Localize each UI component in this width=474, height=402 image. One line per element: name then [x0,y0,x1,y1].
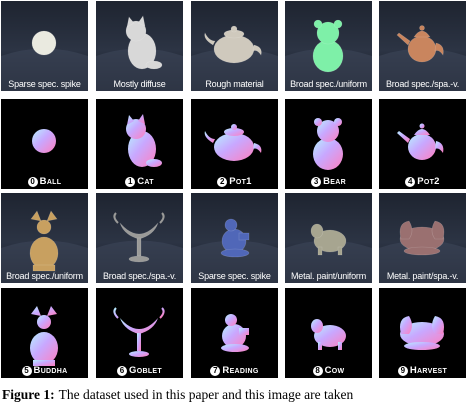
material-label: Rough material [205,79,264,89]
object-label: 3 Bear [285,176,372,187]
object-name: Pot1 [229,176,252,187]
object-number-badge: 5 [21,366,32,376]
material-label: Metal. paint/uniform [290,271,367,281]
photo-tile: Broad spec./uniform [1,193,88,283]
photo-tile: Sparse spec. spike [191,193,278,283]
object-name: Goblet [129,365,162,376]
object-label: 7 Reading [191,365,278,376]
object-number-badge: 1 [125,177,136,187]
object-name: Buddha [33,365,68,376]
object-name: Ball [39,176,62,187]
object-label: 4 Pot2 [379,176,466,187]
object-number-badge: 8 [312,366,323,376]
material-label: Broad spec./spa.-v. [385,79,460,89]
photo-bear-shape [285,1,372,91]
object-number-badge: 2 [217,177,228,187]
object-label: 2 Pot1 [191,176,278,187]
object-label: 8 Cow [285,365,372,376]
photo-tile: Metal. paint/uniform [285,193,372,283]
photo-pot2-shape [379,1,466,91]
object-label: 0 Ball [1,176,88,187]
normal-map-tile: 9 Harvest [379,288,466,378]
object-number-badge: 9 [397,366,408,376]
object-label: 6 Goblet [96,365,183,376]
photo-tile: Sparse spec. spike [1,1,88,91]
normal-map-tile: 7 Reading [191,288,278,378]
object-number-badge: 4 [405,177,416,187]
object-name: Harvest [409,365,448,376]
object-number-badge: 0 [27,177,38,187]
object-number-badge: 6 [117,366,128,376]
normal-map-tile: 0 Ball [1,99,88,189]
material-label: Metal. paint/spa.-v. [386,271,459,281]
photo-tile: Rough material [191,1,278,91]
photo-harvest-shape [379,193,466,283]
photo-tile: Broad spec./spa.-v. [379,1,466,91]
photo-ball-shape [1,1,88,91]
photo-goblet-shape [96,193,183,283]
object-name: Cat [137,176,154,187]
object-label: 9 Harvest [379,365,466,376]
object-name: Reading [222,365,259,376]
caption-text: The dataset used in this paper and this … [58,387,354,402]
material-label: Sparse spec. spike [8,79,81,89]
normal-map-tile: 8 Cow [285,288,372,378]
material-label: Broad spec./spa.-v. [102,271,177,281]
figure-caption: Figure 1: The dataset used in this paper … [2,388,472,402]
normal-map-tile: 2 Pot1 [191,99,278,189]
object-label: 1 Cat [96,176,183,187]
photo-pot1-shape [191,1,278,91]
material-label: Mostly diffuse [113,79,166,89]
caption-label: Figure 1: [2,387,55,402]
photo-cat-shape [96,1,183,91]
object-name: Pot2 [417,176,440,187]
photo-tile: Metal. paint/spa.-v. [379,193,466,283]
object-number-badge: 3 [311,177,322,187]
normal-map-tile: 5 Buddha [1,288,88,378]
material-label: Sparse spec. spike [198,271,271,281]
object-label: 5 Buddha [1,365,88,376]
photo-reading-shape [191,193,278,283]
object-name: Bear [323,176,346,187]
photo-cow-shape [285,193,372,283]
normal-map-tile: 3 Bear [285,99,372,189]
object-name: Cow [324,365,345,376]
photo-buddha-shape [1,193,88,283]
photo-tile: Broad spec./spa.-v. [96,193,183,283]
photo-tile: Mostly diffuse [96,1,183,91]
material-label: Broad spec./uniform [6,271,83,281]
object-number-badge: 7 [210,366,221,376]
photo-tile: Broad spec./uniform [285,1,372,91]
normal-map-tile: 4 Pot2 [379,99,466,189]
material-label: Broad spec./uniform [290,79,367,89]
normal-map-tile: 6 Goblet [96,288,183,378]
normal-map-tile: 1 Cat [96,99,183,189]
